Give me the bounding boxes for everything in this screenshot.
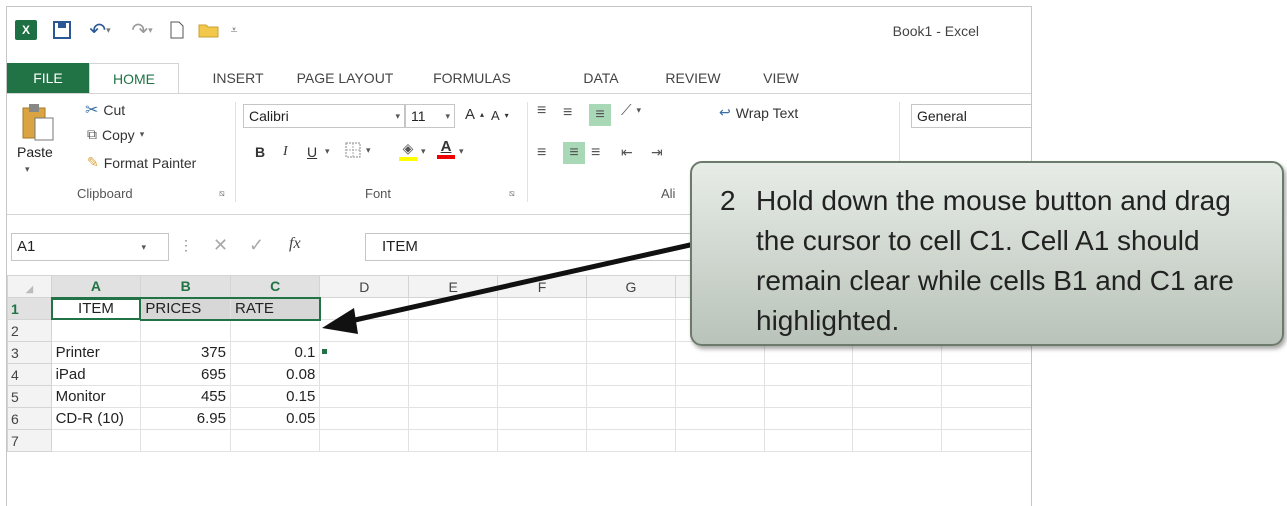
arrow-head — [322, 308, 358, 334]
instruction-text: Hold down the mouse button and drag the … — [756, 185, 1234, 336]
step-number: 2 — [720, 185, 736, 216]
instruction-callout: 2 Hold down the mouse button and drag th… — [690, 161, 1284, 346]
arrow-line — [345, 229, 749, 325]
